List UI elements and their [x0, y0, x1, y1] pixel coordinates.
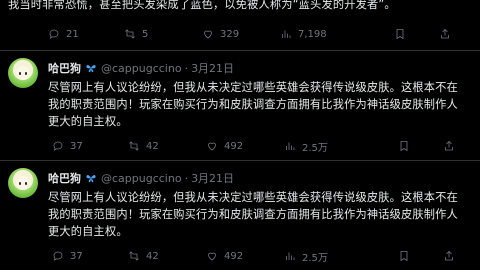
retweet-icon: [125, 29, 135, 39]
bookmark-icon: [400, 141, 408, 152]
author-handle[interactable]: @cappugccino: [101, 172, 182, 185]
views-button[interactable]: 2.5万: [284, 248, 328, 264]
avatar-eye: [19, 72, 21, 75]
tweet-feed: 我当时非常恐慌，甚至把头发染成了蓝色，以免被人称为“蓝头发的开发者”。 21 5…: [0, 0, 480, 270]
tweet-2[interactable]: 哈巴狗 @cappugccino · 3月21日 尽管网上有人议论纷纷，但我从未…: [0, 160, 480, 270]
reply-button[interactable]: 37: [52, 248, 83, 264]
tweet-header: 哈巴狗 @cappugccino · 3月21日: [48, 60, 234, 76]
views-button[interactable]: 2.5万: [284, 138, 328, 154]
views-count: 7,198: [298, 28, 327, 40]
like-count: 492: [224, 250, 244, 262]
author-name[interactable]: 哈巴狗: [48, 60, 81, 76]
separator-dot: ·: [184, 61, 189, 75]
tweet-actions: 21 5 329 7,198: [44, 26, 476, 42]
reply-count: 37: [70, 250, 83, 262]
avatar[interactable]: [8, 58, 38, 88]
reply-button[interactable]: 37: [52, 138, 83, 154]
heart-icon: [208, 142, 216, 151]
like-button[interactable]: 492: [206, 248, 243, 264]
views-icon: [282, 30, 291, 38]
avatar-eye: [19, 182, 21, 185]
bookmark-button[interactable]: [398, 248, 416, 264]
reply-icon: [49, 29, 59, 39]
share-button[interactable]: [443, 248, 461, 264]
like-button[interactable]: 329: [202, 26, 239, 42]
author-name[interactable]: 哈巴狗: [48, 170, 81, 186]
avatar-face: [16, 176, 30, 190]
tweet-date[interactable]: 3月21日: [191, 170, 234, 186]
tweet-date[interactable]: 3月21日: [191, 60, 234, 76]
avatar-eye: [25, 72, 27, 75]
author-handle[interactable]: @cappugccino: [101, 62, 182, 75]
tweet-text: 尽管网上有人议论纷纷，但我从未决定过哪些英雄会获得传说级皮肤。这根本不在我的职责…: [48, 81, 458, 128]
bookmark-button[interactable]: [394, 26, 412, 42]
views-icon: [286, 142, 295, 150]
tweet-actions: 37 42 492 2.5万: [48, 248, 480, 264]
reply-button[interactable]: 21: [48, 26, 79, 42]
bookmark-icon: [400, 251, 408, 262]
views-button[interactable]: 7,198: [280, 26, 327, 42]
retweet-button[interactable]: 42: [128, 138, 159, 154]
avatar-eye: [25, 182, 27, 185]
retweet-button[interactable]: 5: [124, 26, 148, 42]
retweet-button[interactable]: 42: [128, 248, 159, 264]
like-count: 492: [224, 140, 244, 152]
views-count: 2.5万: [302, 142, 328, 154]
retweet-icon: [129, 251, 139, 261]
bookmark-button[interactable]: [398, 138, 416, 154]
like-button[interactable]: 492: [206, 138, 243, 154]
heart-icon: [204, 30, 212, 39]
tweet-header: 哈巴狗 @cappugccino · 3月21日: [48, 170, 234, 186]
reply-count: 21: [66, 28, 79, 40]
tweet-actions: 37 42 492 2.5万: [48, 138, 480, 154]
reply-icon: [53, 251, 63, 261]
tweet-text: 尽管网上有人议论纷纷，但我从未决定过哪些英雄会获得传说级皮肤。这根本不在我的职责…: [48, 191, 458, 238]
views-count: 2.5万: [302, 252, 328, 264]
share-icon: [445, 140, 453, 151]
separator-dot: ·: [184, 171, 189, 185]
retweet-count: 5: [142, 28, 149, 40]
share-icon: [441, 28, 449, 39]
tweet-1[interactable]: 哈巴狗 @cappugccino · 3月21日 尽管网上有人议论纷纷，但我从未…: [0, 50, 480, 161]
share-button[interactable]: [443, 138, 461, 154]
share-button[interactable]: [439, 26, 457, 42]
share-icon: [445, 250, 453, 261]
avatar[interactable]: [8, 168, 38, 198]
reply-icon: [53, 141, 63, 151]
butterfly-badge-icon: [86, 65, 96, 73]
tweet-text: 我当时非常恐慌，甚至把头发染成了蓝色，以免被人称为“蓝头发的开发者”。: [8, 0, 396, 11]
heart-icon: [208, 252, 216, 261]
butterfly-badge-icon: [86, 175, 96, 183]
views-icon: [286, 252, 295, 260]
tweet-0[interactable]: 我当时非常恐慌，甚至把头发染成了蓝色，以免被人称为“蓝头发的开发者”。 21 5…: [0, 0, 480, 51]
avatar-face: [16, 66, 30, 80]
bookmark-icon: [396, 29, 404, 40]
retweet-count: 42: [146, 250, 159, 262]
like-count: 329: [220, 28, 240, 40]
reply-count: 37: [70, 140, 83, 152]
retweet-icon: [129, 141, 139, 151]
retweet-count: 42: [146, 140, 159, 152]
